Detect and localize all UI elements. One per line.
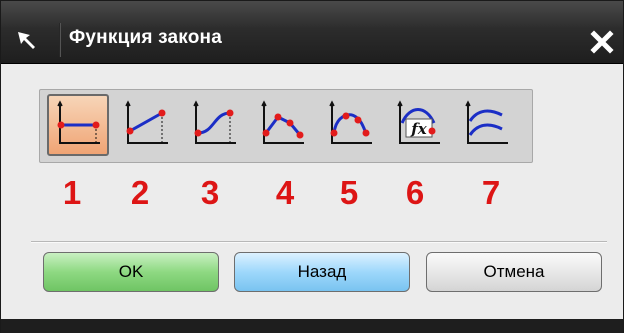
law-cubic-button[interactable] [183,94,245,156]
tool-number-6: 6 [405,174,425,211]
law-cubic-spine-icon [324,97,376,154]
tool-number-2: 2 [130,174,150,211]
law-linear-icon [120,97,172,154]
arrow-cursor-icon[interactable] [7,27,47,55]
tool-number-3: 3 [200,174,220,211]
bottom-bar [1,319,623,333]
divider [31,241,607,243]
law-curve-button[interactable] [455,94,517,156]
law-constant-icon [52,97,104,154]
title-separator [59,23,61,57]
dialog-title: Функция закона [69,27,222,48]
title-bar[interactable]: Функция закона [1,1,623,64]
law-curve-icon [460,97,512,154]
tool-number-5: 5 [339,174,359,211]
tool-number-4: 4 [275,174,295,211]
svg-text:fx: fx [410,120,427,138]
law-constant-button[interactable] [47,94,109,156]
law-function-dialog: Функция закона fx 1 2 3 4 5 6 7 OK Назад… [0,0,624,333]
tool-number-7: 7 [481,174,501,211]
law-type-toolbar: fx [39,89,533,163]
law-equation-button[interactable]: fx [387,94,449,156]
law-equation-fx-icon: fx [392,97,444,154]
cancel-button[interactable]: Отмена [426,252,602,292]
tool-number-1: 1 [62,174,82,211]
close-x-icon[interactable] [586,27,618,57]
law-linear-button[interactable] [115,94,177,156]
law-linear-spine-button[interactable] [251,94,313,156]
law-linear-spine-icon [256,97,308,154]
ok-button[interactable]: OK [43,252,219,292]
law-cubic-spine-button[interactable] [319,94,381,156]
law-cubic-icon [188,97,240,154]
back-button[interactable]: Назад [234,252,410,292]
